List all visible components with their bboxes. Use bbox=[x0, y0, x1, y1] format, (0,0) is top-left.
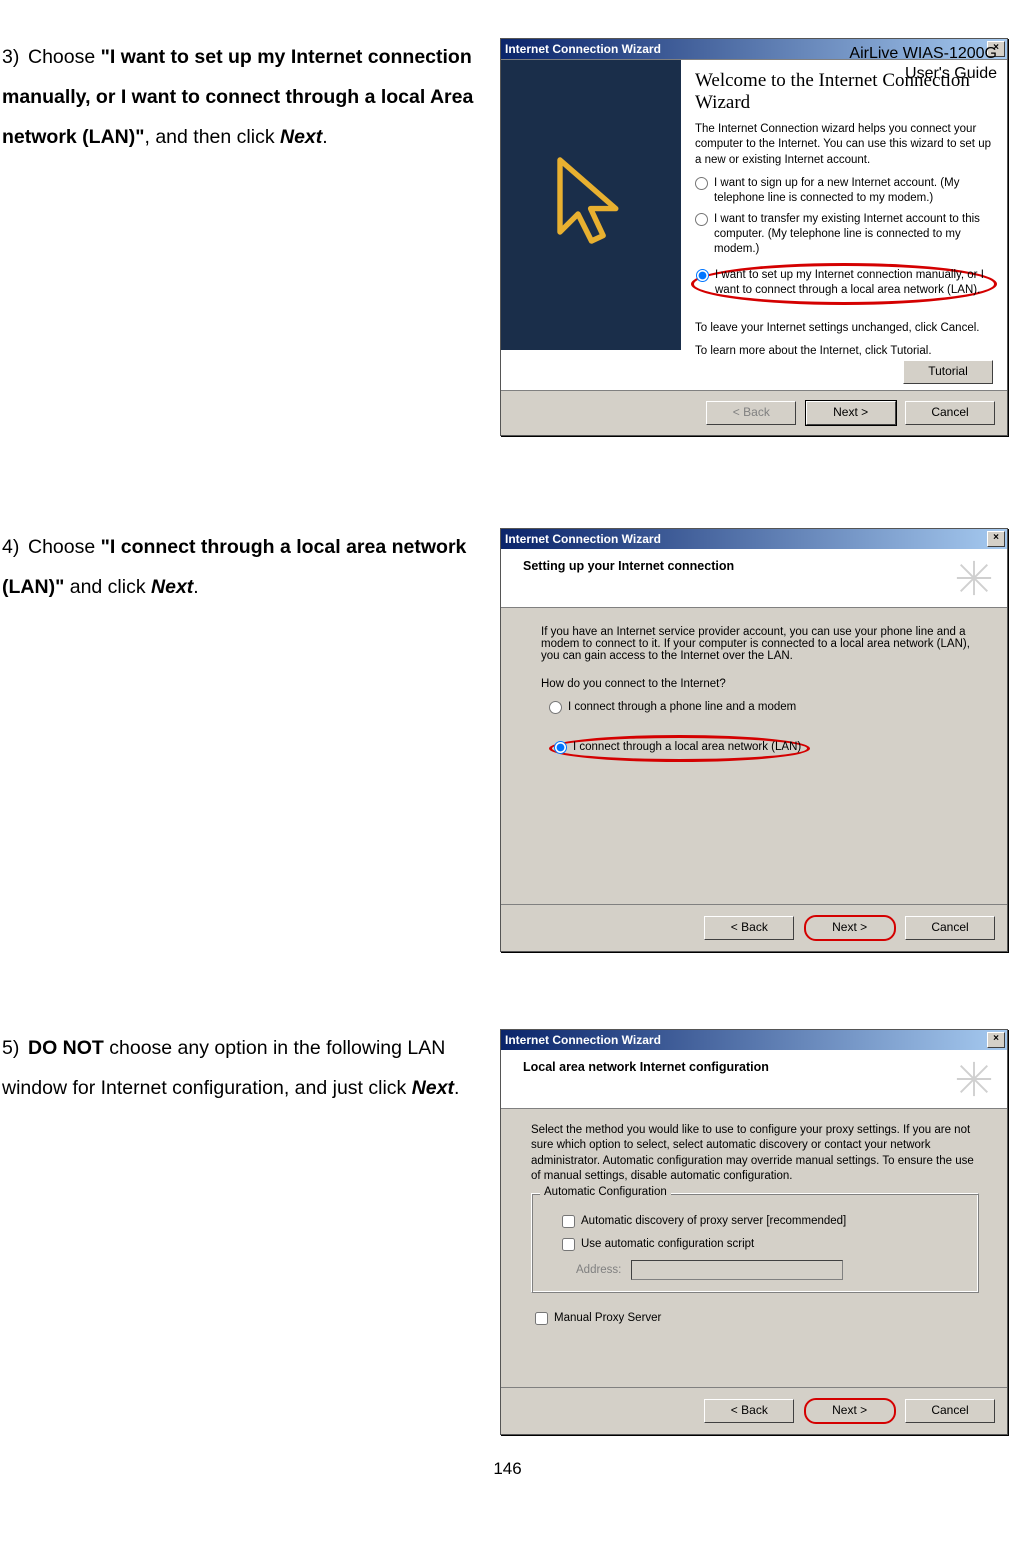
radio-lan[interactable]: I connect through a local area network (… bbox=[549, 735, 810, 762]
dialog-titlebar: Internet Connection Wizard × bbox=[501, 529, 1007, 549]
radio-signup-new[interactable]: I want to sign up for a new Internet acc… bbox=[695, 176, 993, 206]
close-icon[interactable]: × bbox=[987, 1032, 1005, 1048]
groupbox-legend: Automatic Configuration bbox=[540, 1186, 671, 1198]
snowflake-icon bbox=[955, 1060, 993, 1098]
wizard-footer: < Back Next > Cancel bbox=[501, 1387, 1007, 1434]
radio-phone-modem[interactable]: I connect through a phone line and a mod… bbox=[549, 700, 979, 715]
dialog-title: Internet Connection Wizard bbox=[505, 42, 661, 56]
wizard-heading: Setting up your Internet connection bbox=[523, 559, 734, 573]
dialog-icw-welcome: Internet Connection Wizard × Welcome to … bbox=[500, 38, 1008, 436]
wizard-header-panel: Setting up your Internet connection bbox=[501, 549, 1007, 608]
tutorial-button[interactable]: Tutorial bbox=[903, 360, 993, 384]
wizard-question: How do you connect to the Internet? bbox=[541, 678, 979, 690]
next-button[interactable]: Next > bbox=[804, 915, 896, 941]
back-button[interactable]: < Back bbox=[704, 916, 794, 940]
dialog-titlebar: Internet Connection Wizard × bbox=[501, 1030, 1007, 1050]
wizard-intro: If you have an Internet service provider… bbox=[541, 626, 979, 662]
dialog-title: Internet Connection Wizard bbox=[505, 1033, 661, 1047]
radio-input[interactable] bbox=[554, 741, 567, 754]
checkbox-auto-script[interactable]: Use automatic configuration script bbox=[558, 1235, 964, 1254]
checkbox-input[interactable] bbox=[562, 1238, 575, 1251]
wizard-header-panel: Local area network Internet configuratio… bbox=[501, 1050, 1007, 1109]
back-button[interactable]: < Back bbox=[704, 1399, 794, 1423]
step-4-number: 4) bbox=[2, 528, 28, 568]
radio-input[interactable] bbox=[696, 269, 709, 282]
cancel-button[interactable]: Cancel bbox=[905, 401, 995, 425]
wizard-learn-row: To learn more about the Internet, click … bbox=[695, 344, 993, 360]
address-field bbox=[631, 1260, 843, 1280]
wizard-footer: < Back Next > Cancel bbox=[501, 390, 1007, 435]
doc-product: AirLive WIAS-1200G bbox=[849, 44, 997, 64]
doc-header: AirLive WIAS-1200G User's Guide bbox=[849, 44, 997, 84]
wizard-sidebar-graphic bbox=[501, 60, 681, 350]
wizard-footer: < Back Next > Cancel bbox=[501, 904, 1007, 951]
checkbox-auto-discovery[interactable]: Automatic discovery of proxy server [rec… bbox=[558, 1212, 964, 1231]
address-label: Address: bbox=[576, 1264, 621, 1276]
wizard-intro: The Internet Connection wizard helps you… bbox=[695, 122, 993, 169]
cancel-button[interactable]: Cancel bbox=[905, 1399, 995, 1423]
radio-input[interactable] bbox=[549, 701, 562, 714]
cancel-button[interactable]: Cancel bbox=[905, 916, 995, 940]
dialog-icw-lan-config: Internet Connection Wizard × Local area … bbox=[500, 1029, 1008, 1435]
radio-transfer-existing[interactable]: I want to transfer my existing Internet … bbox=[695, 212, 993, 257]
page-number: 146 bbox=[0, 1459, 1015, 1479]
checkbox-input[interactable] bbox=[562, 1215, 575, 1228]
radio-manual-lan[interactable]: I want to set up my Internet connection … bbox=[691, 263, 997, 305]
wizard-intro: Select the method you would like to use … bbox=[531, 1123, 979, 1185]
next-button[interactable]: Next > bbox=[804, 1398, 896, 1424]
wizard-leave-text: To leave your Internet settings unchange… bbox=[695, 321, 993, 337]
checkbox-manual-proxy[interactable]: Manual Proxy Server bbox=[531, 1309, 979, 1328]
groupbox-auto-config: Automatic Configuration Automatic discov… bbox=[531, 1193, 979, 1293]
step-5-text: 5)DO NOT choose any option in the follow… bbox=[0, 1029, 500, 1109]
snowflake-icon bbox=[955, 559, 993, 597]
close-icon[interactable]: × bbox=[987, 531, 1005, 547]
step-3-text: 3)Choose "I want to set up my Internet c… bbox=[0, 38, 500, 158]
radio-input[interactable] bbox=[695, 177, 708, 190]
wizard-heading: Local area network Internet configuratio… bbox=[523, 1060, 769, 1074]
step-3-number: 3) bbox=[2, 38, 28, 78]
checkbox-input[interactable] bbox=[535, 1312, 548, 1325]
doc-subtitle: User's Guide bbox=[849, 64, 997, 84]
dialog-icw-setup-connection: Internet Connection Wizard × Setting up … bbox=[500, 528, 1008, 952]
next-button[interactable]: Next > bbox=[806, 401, 896, 425]
step-4-text: 4)Choose "I connect through a local area… bbox=[0, 528, 500, 608]
back-button: < Back bbox=[706, 401, 796, 425]
step-5-number: 5) bbox=[2, 1029, 28, 1069]
dialog-title: Internet Connection Wizard bbox=[505, 532, 661, 546]
cursor-arrow-icon bbox=[551, 150, 641, 260]
radio-input[interactable] bbox=[695, 213, 708, 226]
address-row: Address: bbox=[576, 1260, 964, 1280]
